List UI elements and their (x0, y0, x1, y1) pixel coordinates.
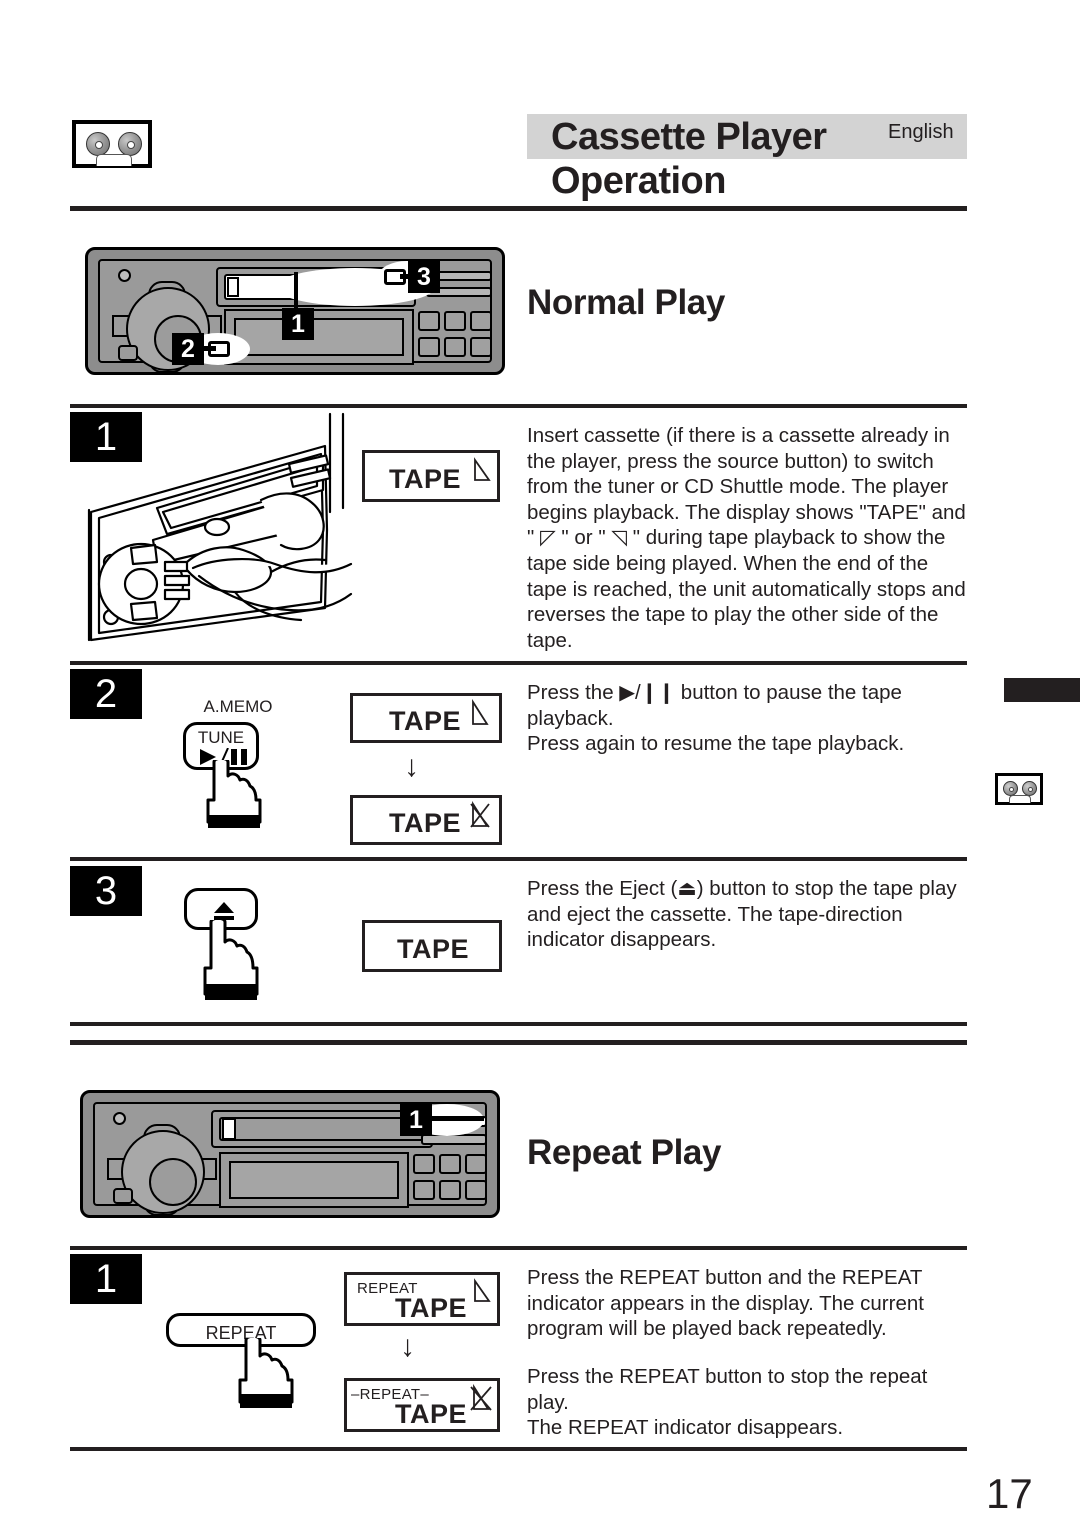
volume-knob-ring-2 (121, 1130, 205, 1214)
margin-cassette-reel-left (1003, 781, 1018, 796)
lcd-display-screen (234, 318, 404, 356)
preset-button-1 (418, 311, 440, 331)
lcd-display-screen-2 (229, 1161, 399, 1199)
margin-cassette-reel-right (1022, 781, 1037, 796)
preset-button-6 (470, 337, 492, 357)
step-1-body-text: Insert cassette (if there is a cassette … (527, 424, 966, 652)
pressing-hand-icon-step2 (206, 760, 262, 828)
tune-button-label: TUNE (197, 728, 245, 747)
amemo-label: A.MEMO (203, 697, 273, 716)
header-divider (70, 206, 967, 211)
callout-2-normal-play: 2 (172, 333, 204, 365)
display-tape-label-step2-after: TAPE (389, 808, 462, 838)
callout-1-repeat-play: 1 (400, 1104, 432, 1136)
divider-above-repeat-play (70, 1040, 967, 1045)
preset-button-2-4 (413, 1180, 435, 1200)
display-tape-label-step2-before: TAPE (389, 706, 462, 736)
preset-button-4 (418, 337, 440, 357)
display-mock-step2-before: TAPE (350, 693, 502, 743)
display-tape-label-repeat-after: TAPE (395, 1399, 468, 1429)
section-heading-normal-play: Normal Play (527, 283, 725, 322)
repeat-step-1-body-text-part2: Press the REPEAT button to stop the repe… (527, 1365, 928, 1440)
section-heading-repeat-play: Repeat Play (527, 1133, 722, 1172)
pressing-hand-icon-repeat (238, 1338, 294, 1408)
callout-3-normal-play: 3 (408, 261, 440, 293)
language-label: English (888, 121, 954, 143)
step-badge-repeat-1: 1 (70, 1254, 142, 1304)
divider-above-repeat-step-1 (70, 1246, 967, 1250)
lcd-display-panel-2 (219, 1152, 409, 1208)
preset-button-3 (470, 311, 492, 331)
cassette-reel-left (86, 132, 110, 156)
step-2-body-text: Press the ▶/❙❙ button to pause the tape … (527, 681, 905, 756)
transition-arrow-step2: ↓ (404, 750, 419, 783)
preset-button-2-5 (439, 1180, 461, 1200)
divider-above-step-3 (70, 857, 967, 861)
tape-direction-blinking-triangle-repeat (470, 1384, 492, 1411)
preset-button-2-3 (465, 1154, 487, 1174)
page-number: 17 (986, 1470, 1033, 1517)
page-title-line1: Cassette Player (551, 116, 827, 158)
display-tape-label-step3: TAPE (397, 934, 470, 964)
release-tab-2 (113, 1188, 133, 1204)
preset-button-2-6 (465, 1180, 487, 1200)
tape-direction-blinking-triangle-step2 (470, 801, 490, 828)
display-mock-step-3: TAPE (362, 920, 502, 972)
cassette-window (96, 154, 132, 166)
display-mock-repeat-before: REPEAT TAPE (344, 1272, 500, 1326)
divider-above-step-1 (70, 404, 967, 408)
volume-knob-center-2 (149, 1158, 197, 1206)
tape-direction-forward-triangle-step1 (474, 457, 491, 481)
hand-inserting-cassette-illustration (87, 412, 353, 642)
display-mock-step2-after: TAPE (350, 795, 502, 845)
amemo-label-wrap: A.MEMO (183, 697, 293, 717)
step-badge-3: 3 (70, 866, 142, 916)
preset-button-2 (444, 311, 466, 331)
preset-button-2-2 (439, 1154, 461, 1174)
display-mock-repeat-after: –REPEAT– TAPE (344, 1378, 500, 1432)
thumb-index-tab (1004, 678, 1080, 702)
divider-above-step-2 (70, 661, 967, 665)
tape-direction-forward-triangle-step2 (472, 699, 489, 725)
cassette-reel-right (118, 132, 142, 156)
step-badge-2: 2 (70, 669, 142, 719)
display-tape-label-step1: TAPE (389, 464, 462, 494)
margin-cassette-icon (995, 773, 1043, 805)
cassette-tape-icon (72, 120, 152, 168)
page-title-line2: Operation (551, 160, 726, 202)
display-tape-label-repeat-before: TAPE (395, 1293, 468, 1323)
display-mock-step-1: TAPE (362, 450, 500, 502)
cassette-slot-opening-2 (219, 1117, 425, 1141)
margin-cassette-window (1009, 795, 1031, 803)
preset-button-5 (444, 337, 466, 357)
callout-leader-repeat-1 (424, 1116, 484, 1121)
transition-arrow-repeat: ↓ (400, 1330, 415, 1363)
pressing-hand-icon-step3 (203, 920, 259, 1000)
divider-bottom (70, 1447, 967, 1451)
callout-1-normal-play: 1 (282, 308, 314, 340)
divider-below-step-3 (70, 1022, 967, 1026)
tape-direction-forward-triangle-repeat (474, 1278, 491, 1302)
slot-latch (227, 277, 239, 297)
repeat-step-1-body-text-part1: Press the REPEAT button and the REPEAT i… (527, 1266, 924, 1341)
step-3-body-text: Press the Eject (⏏) button to stop the t… (527, 877, 957, 952)
slot-latch-2 (222, 1118, 236, 1140)
release-tab (118, 345, 138, 361)
preset-button-2-1 (413, 1154, 435, 1174)
lcd-display-panel (224, 309, 414, 365)
